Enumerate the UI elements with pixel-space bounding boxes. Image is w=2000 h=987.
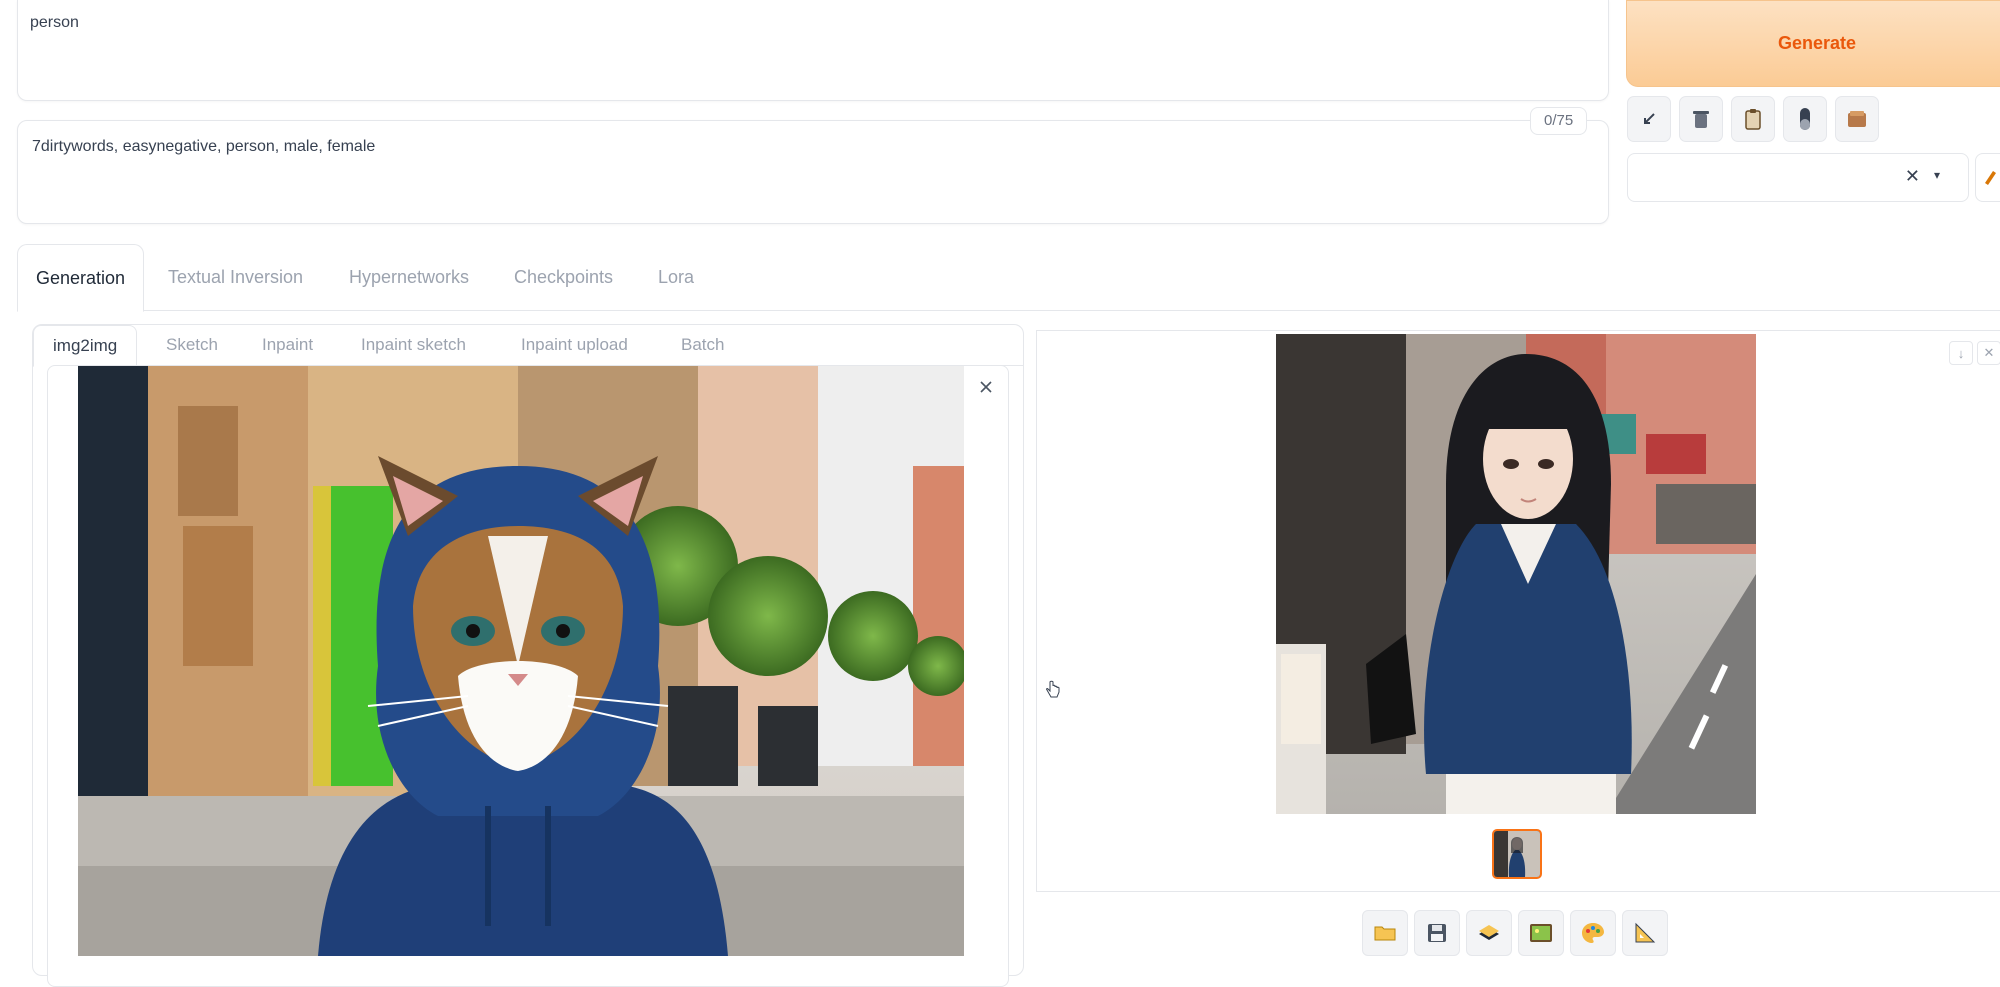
tab-lora[interactable]: Lora (640, 244, 712, 310)
palette-icon (1582, 923, 1604, 943)
folder-icon (1374, 926, 1396, 941)
open-folder-button[interactable] (1362, 910, 1408, 956)
edit-styles-button[interactable] (1975, 153, 2000, 202)
thumbnail-image (1494, 831, 1540, 877)
send-to-img2img-button[interactable] (1518, 910, 1564, 956)
image-icon (1530, 924, 1552, 942)
clear-styles-icon[interactable]: ✕ (1905, 166, 1920, 187)
arrow-icon (1644, 113, 1655, 124)
styles-button[interactable] (1835, 96, 1879, 142)
download-icon[interactable]: ↓ (1949, 341, 1973, 365)
negative-prompt-text: 7dirtywords, easynegative, person, male,… (32, 138, 376, 155)
pencil-icon (1985, 171, 1996, 185)
negative-prompt-field[interactable]: 7dirtywords, easynegative, person, male,… (17, 120, 1609, 224)
tab-generation[interactable]: Generation (17, 244, 145, 312)
tab-inpaint[interactable]: Inpaint (243, 325, 332, 365)
gallery-thumbnail[interactable] (1492, 829, 1542, 879)
tab-hypernetworks[interactable]: Hypernetworks (331, 244, 487, 310)
ruler-icon (1635, 922, 1656, 943)
send-to-inpaint-button[interactable] (1570, 910, 1616, 956)
tab-checkpoints[interactable]: Checkpoints (496, 244, 631, 310)
zip-icon (1479, 925, 1499, 940)
hand-cursor-icon (1046, 680, 1060, 698)
tab-img2img[interactable]: img2img (33, 325, 138, 367)
zip-button[interactable] (1466, 910, 1512, 956)
input-image-dropzone[interactable] (47, 365, 1009, 987)
styles-dropdown[interactable]: ✕ ▾ (1627, 153, 1969, 202)
tab-batch[interactable]: Batch (662, 325, 743, 365)
input-image (78, 366, 964, 956)
main-tabs: Generation Textual Inversion Hypernetwor… (17, 244, 2000, 312)
generate-button[interactable]: Generate (1626, 0, 2000, 87)
close-icon[interactable]: ✕ (1977, 341, 2000, 365)
chevron-down-icon: ▾ (1933, 168, 1940, 182)
box-icon (1848, 111, 1866, 127)
paste-button[interactable] (1731, 96, 1775, 142)
positive-prompt-field[interactable]: person (17, 0, 1609, 101)
extra-networks-button[interactable] (1783, 96, 1827, 142)
save-button[interactable] (1414, 910, 1460, 956)
tab-textual-inversion[interactable]: Textual Inversion (150, 244, 321, 310)
send-to-extras-button[interactable] (1622, 910, 1668, 956)
output-image[interactable] (1276, 334, 1756, 814)
trash-icon (1693, 111, 1709, 128)
img2img-subtabs: img2img Sketch Inpaint Inpaint sketch In… (33, 325, 1023, 367)
close-icon (980, 381, 992, 393)
remove-image-button[interactable] (973, 374, 999, 400)
read-params-button[interactable] (1627, 96, 1671, 142)
tab-inpaint-sketch[interactable]: Inpaint sketch (342, 325, 485, 365)
negative-token-counter: 0/75 (1530, 107, 1588, 135)
save-icon (1428, 924, 1446, 942)
tab-inpaint-upload[interactable]: Inpaint upload (502, 325, 647, 365)
clipboard-icon (1745, 109, 1761, 130)
img2img-panel: img2img Sketch Inpaint Inpaint sketch In… (32, 324, 1024, 987)
pill-icon (1800, 108, 1810, 130)
clear-prompt-button[interactable] (1679, 96, 1723, 142)
positive-prompt-text: person (30, 14, 79, 31)
tab-sketch[interactable]: Sketch (147, 325, 237, 365)
